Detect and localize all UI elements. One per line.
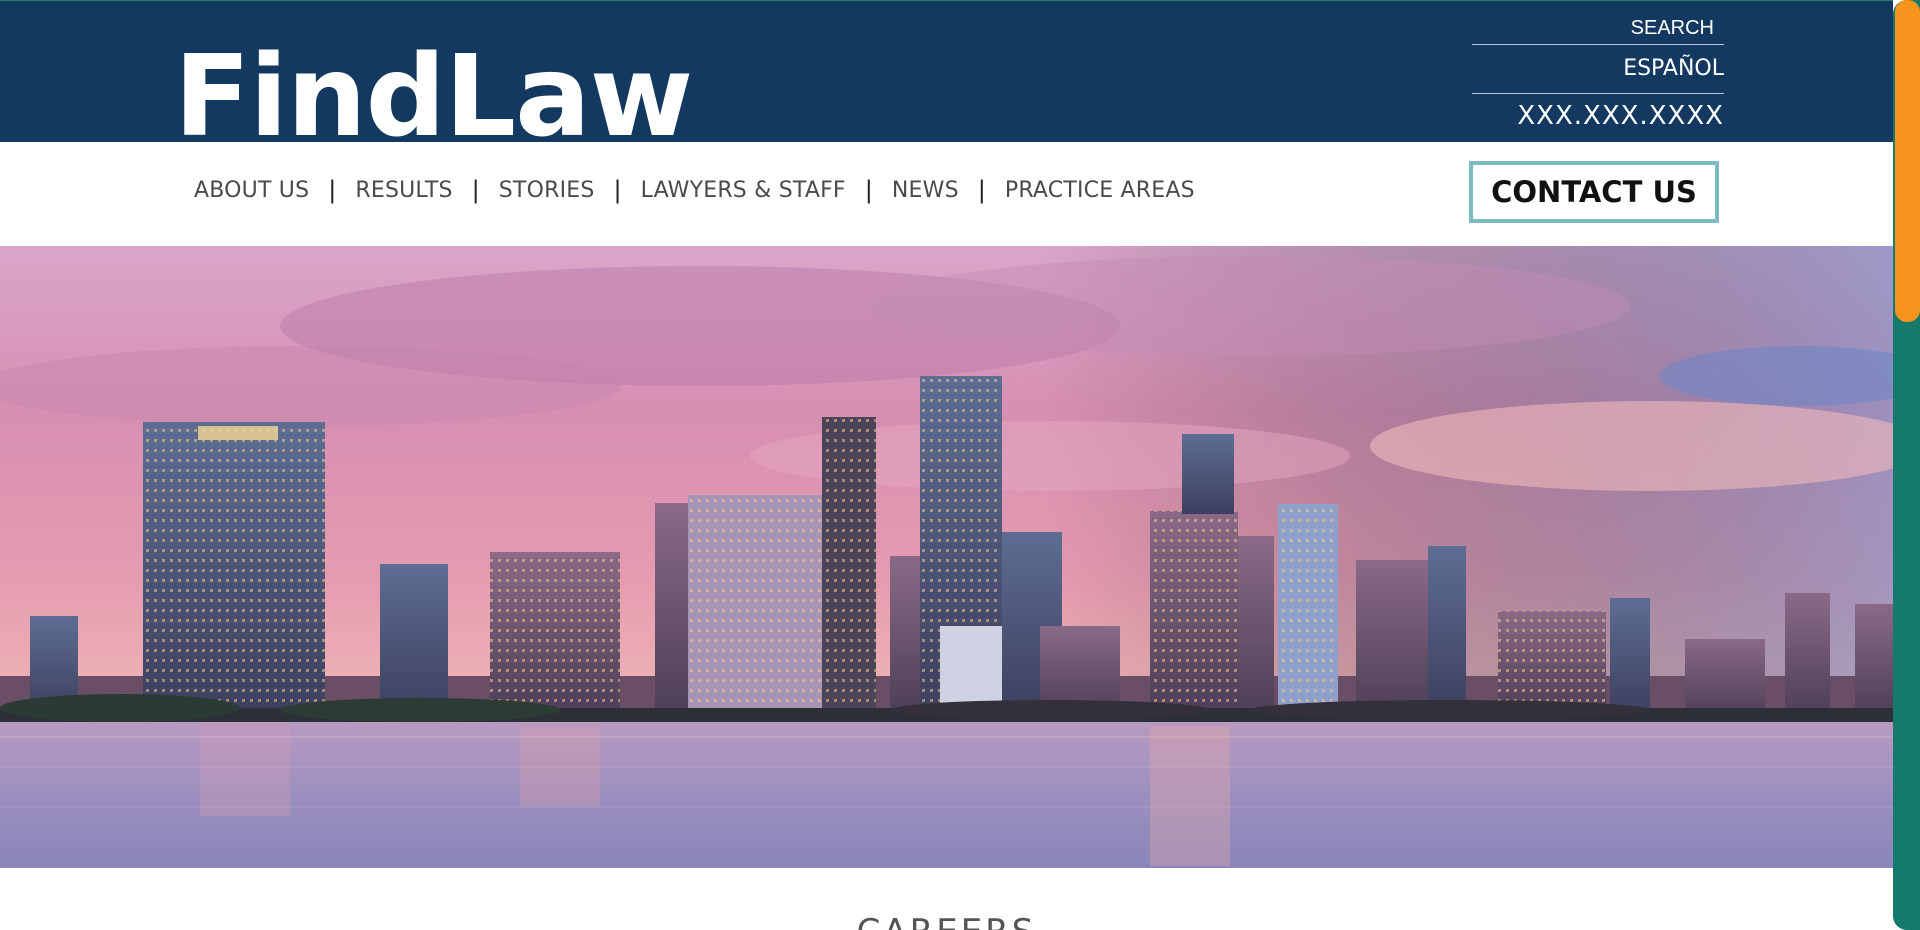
phone-number-link[interactable]: XXX.XXX.XXXX [1472,94,1724,134]
nav-separator: | [864,176,873,204]
nav-separator: | [613,176,622,204]
careers-heading: CAREERS [0,912,1893,930]
utility-links: SEARCH ESPAÑOL XXX.XXX.XXXX [1472,15,1724,134]
nav-item-practice-areas[interactable]: PRACTICE AREAS [1005,178,1195,203]
nav-item-about-us[interactable]: ABOUT US [194,178,309,203]
main-navigation: ABOUT US | RESULTS | STORIES | LAWYERS &… [0,142,1893,246]
skyline-illustration [0,246,1893,868]
contact-us-button[interactable]: CONTACT US [1469,161,1719,223]
search-link[interactable]: SEARCH [1472,15,1724,45]
nav-item-results[interactable]: RESULTS [355,178,452,203]
nav-separator: | [471,176,480,204]
nav-separator: | [977,176,986,204]
nav-menu: ABOUT US | RESULTS | STORIES | LAWYERS &… [194,176,1195,204]
language-link-espanol[interactable]: ESPAÑOL [1472,45,1724,94]
site-logo[interactable]: FindLaw [174,41,692,143]
hero-skyline-image [0,246,1893,868]
nav-separator: | [328,176,337,204]
nav-item-news[interactable]: NEWS [892,178,959,203]
site-header: FindLaw SEARCH ESPAÑOL XXX.XXX.XXXX [0,0,1893,143]
nav-item-stories[interactable]: STORIES [499,178,595,203]
scrollbar-thumb[interactable] [1895,0,1920,322]
nav-item-lawyers-staff[interactable]: LAWYERS & STAFF [641,178,846,203]
